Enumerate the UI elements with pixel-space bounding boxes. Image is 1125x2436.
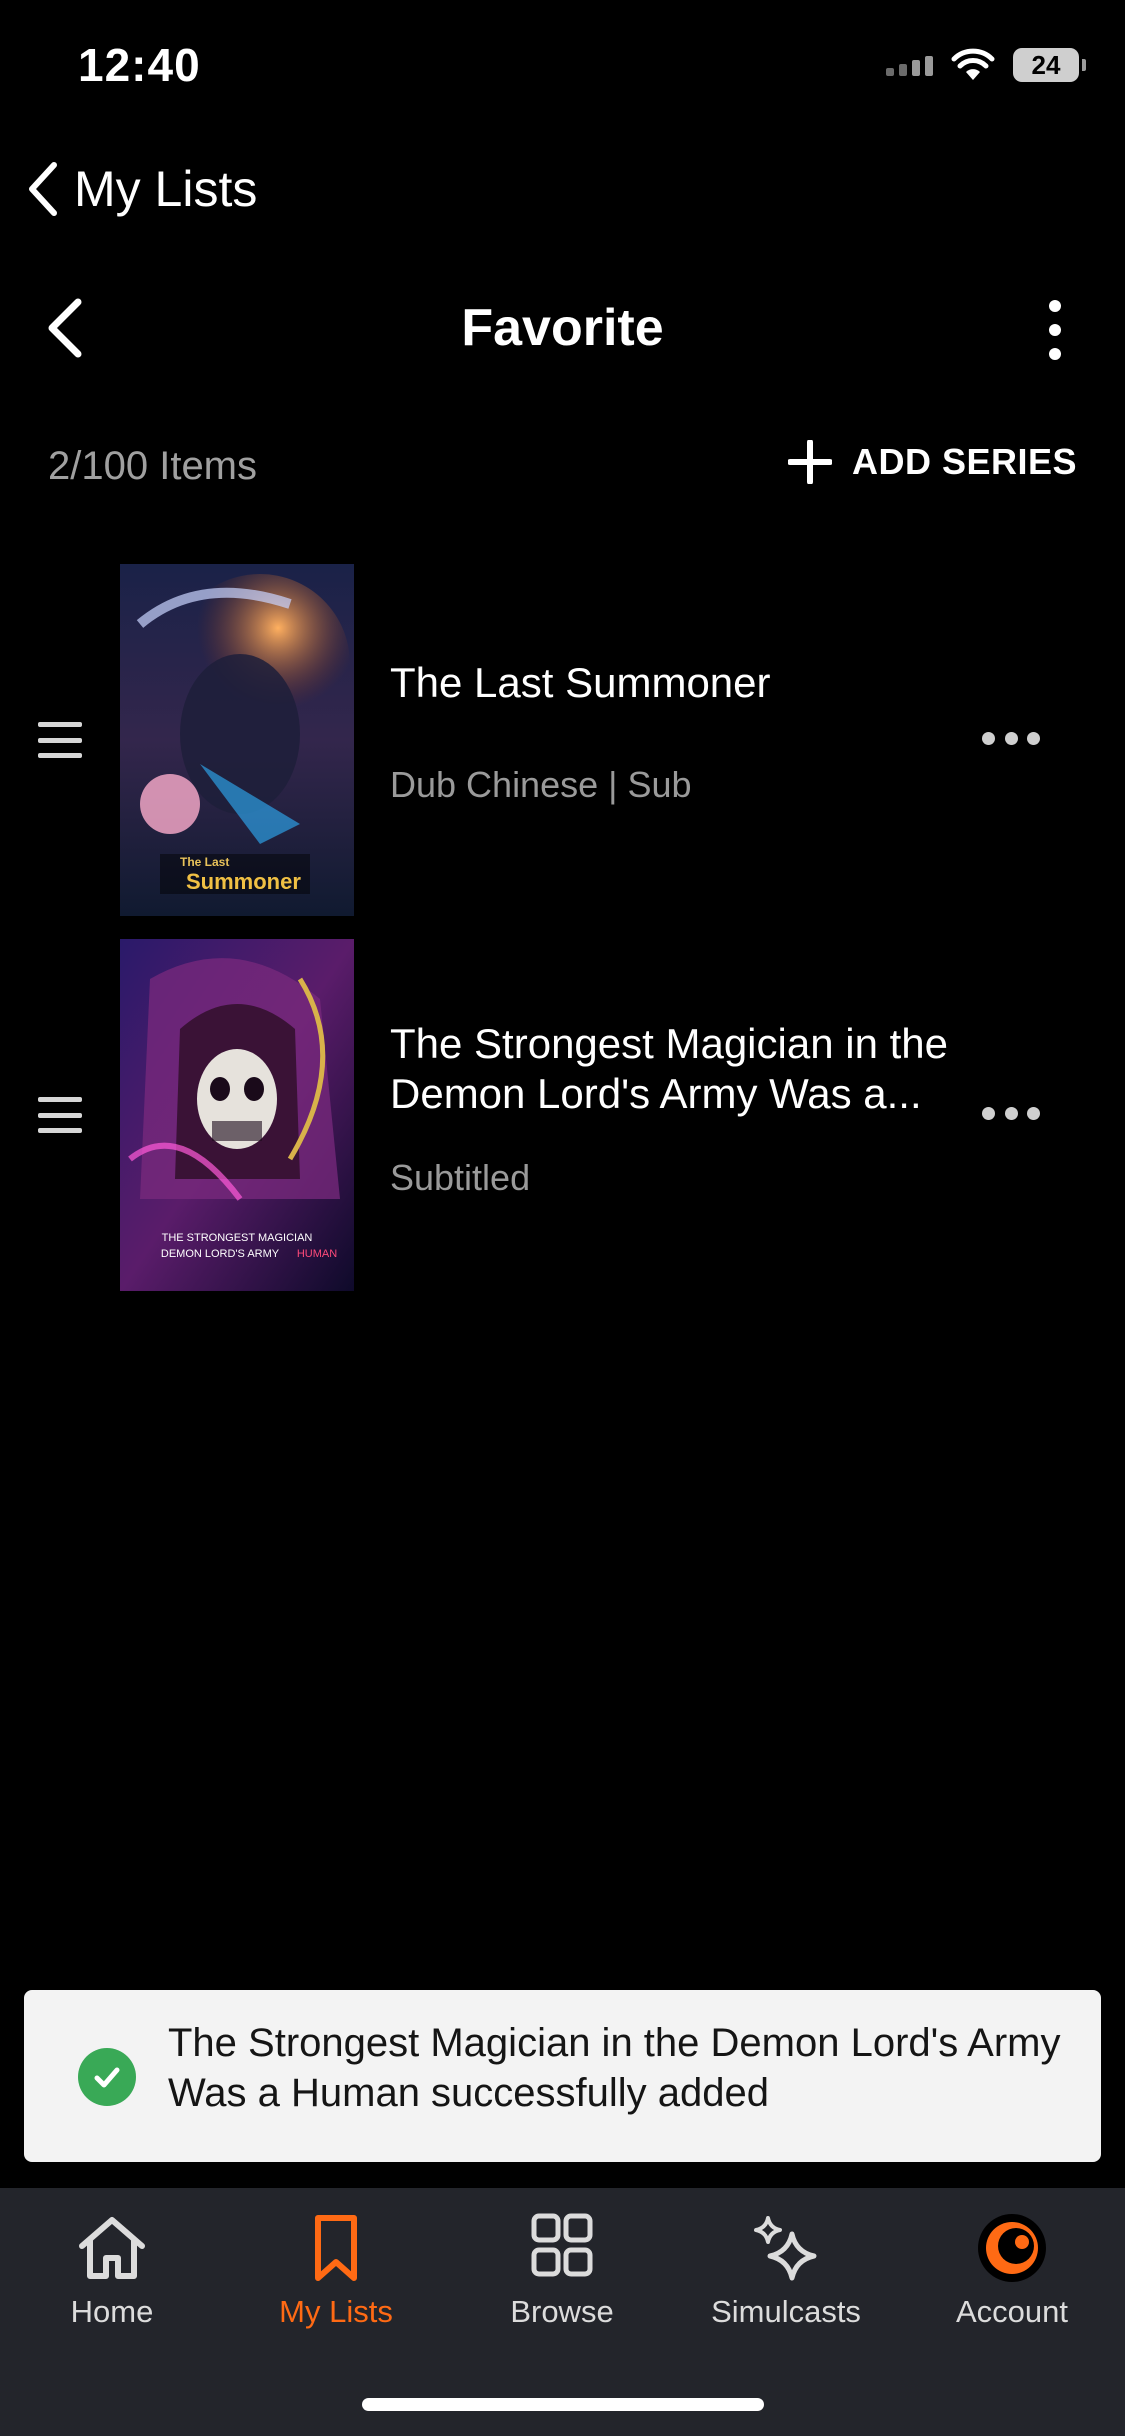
grid-icon xyxy=(531,2213,593,2277)
series-title[interactable]: The Last Summoner xyxy=(390,658,970,708)
status-time: 12:40 xyxy=(78,39,201,91)
add-series-button[interactable]: ADD SERIES xyxy=(787,440,1077,484)
check-circle-icon xyxy=(78,2048,136,2106)
status-icons: 24 xyxy=(886,48,1086,82)
back-to-my-lists-link[interactable]: My Lists xyxy=(24,160,257,218)
tab-label: Simulcasts xyxy=(711,2294,861,2329)
bookmark-icon xyxy=(315,2215,357,2281)
series-title[interactable]: The Strongest Magician in the Demon Lord… xyxy=(390,1019,970,1119)
crunchyroll-logo-icon xyxy=(978,2214,1046,2282)
poster-title-text: THE STRONGEST MAGICIAN xyxy=(162,1232,313,1244)
poster-subtext: The Last xyxy=(180,855,229,869)
series-poster[interactable]: THE STRONGEST MAGICIAN DEMON LORD'S ARMY… xyxy=(120,939,354,1291)
series-subtitle: Subtitled xyxy=(390,1157,531,1198)
tab-browse[interactable]: Browse xyxy=(462,2212,662,2330)
tab-label: My Lists xyxy=(279,2294,393,2329)
success-toast[interactable]: The Strongest Magician in the Demon Lord… xyxy=(24,1990,1101,2162)
page-title: Favorite xyxy=(461,299,664,357)
toast-message: The Strongest Magician in the Demon Lord… xyxy=(168,2021,1061,2115)
sparkle-icon xyxy=(754,2216,817,2281)
item-more-button[interactable] xyxy=(982,732,1040,746)
list-item[interactable]: THE STRONGEST MAGICIAN DEMON LORD'S ARMY… xyxy=(0,939,1125,1291)
tab-home[interactable]: Home xyxy=(12,2212,212,2330)
back-label: My Lists xyxy=(74,161,258,217)
poster-subtext: DEMON LORD'S ARMY xyxy=(161,1248,280,1260)
home-indicator[interactable] xyxy=(362,2398,764,2411)
chevron-left-icon xyxy=(29,162,57,216)
tab-label: Account xyxy=(955,2294,1068,2329)
tab-label: Home xyxy=(70,2294,154,2329)
poster-accent-text: HUMAN xyxy=(297,1248,337,1260)
add-series-label: ADD SERIES xyxy=(851,441,1077,482)
plus-icon xyxy=(787,440,832,484)
tab-account[interactable]: Account xyxy=(912,2212,1112,2330)
drag-handle-icon[interactable] xyxy=(38,722,82,758)
home-icon xyxy=(79,2217,145,2279)
poster-title-text: Summoner xyxy=(186,869,301,894)
series-poster[interactable]: The Last Summoner xyxy=(120,564,354,916)
battery-icon: 24 xyxy=(1013,48,1086,82)
list-item[interactable]: The Last Summoner The Last Summoner Dub … xyxy=(0,564,1125,916)
tab-simulcasts[interactable]: Simulcasts xyxy=(686,2212,886,2330)
tab-label: Browse xyxy=(510,2294,614,2329)
cellular-signal-icon xyxy=(886,54,933,76)
item-more-button[interactable] xyxy=(982,1107,1040,1121)
tab-my-lists[interactable]: My Lists xyxy=(236,2212,436,2330)
series-subtitle: Dub Chinese | Sub xyxy=(390,764,692,805)
more-options-button[interactable] xyxy=(1040,300,1070,360)
drag-handle-icon[interactable] xyxy=(38,1097,82,1133)
wifi-icon xyxy=(951,48,995,80)
item-count: 2/100 Items xyxy=(48,444,258,488)
